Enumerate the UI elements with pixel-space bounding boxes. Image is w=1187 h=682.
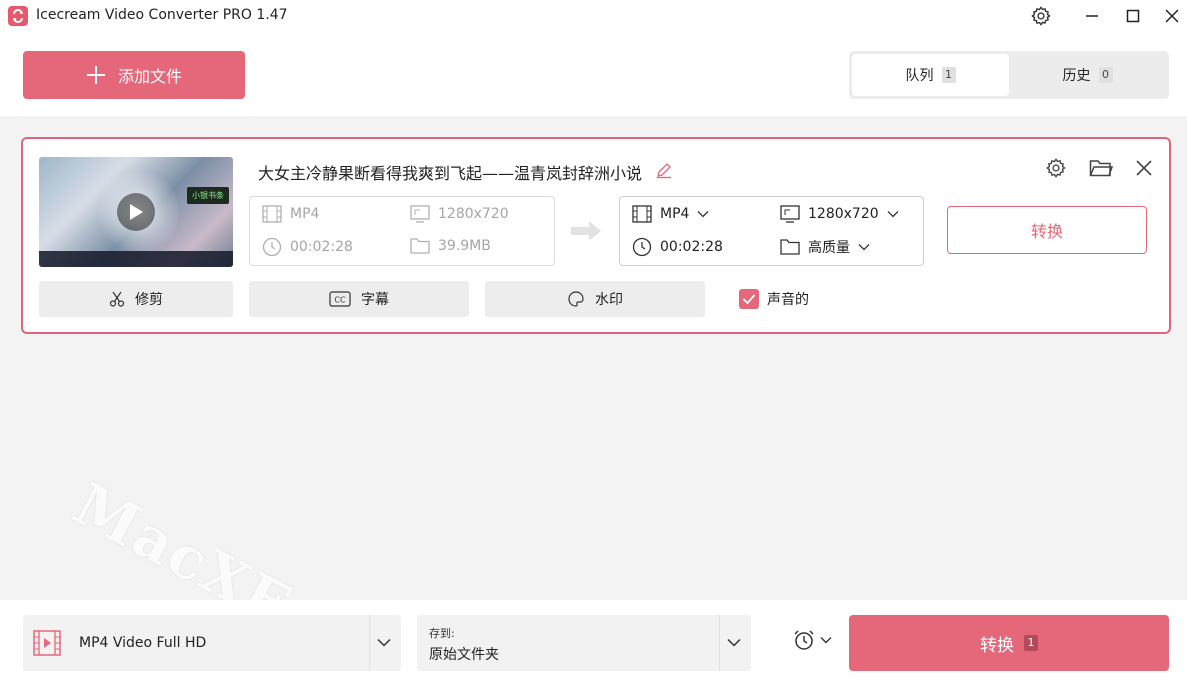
checkmark-icon bbox=[742, 294, 756, 305]
output-format-select[interactable]: MP4 bbox=[632, 205, 709, 223]
cc-subtitles-icon: CC bbox=[329, 291, 351, 307]
chevron-down-icon bbox=[697, 211, 709, 218]
save-location-divider bbox=[719, 615, 720, 671]
watermark-label: 水印 bbox=[595, 292, 623, 308]
thumbnail-tag: 小银书条 bbox=[187, 187, 229, 204]
svg-text:CC: CC bbox=[334, 296, 346, 305]
convert-all-button[interactable]: 转换 1 bbox=[849, 615, 1169, 671]
watermark-button[interactable]: 水印 bbox=[485, 281, 705, 317]
folder-icon bbox=[780, 239, 800, 255]
film-icon bbox=[262, 205, 282, 223]
add-file-button[interactable]: 添加文件 bbox=[23, 51, 245, 99]
source-duration: 00:02:28 bbox=[262, 237, 353, 257]
output-quality-value: 高质量 bbox=[808, 240, 850, 256]
play-icon[interactable] bbox=[117, 193, 155, 231]
output-duration-value: 00:02:28 bbox=[660, 239, 723, 255]
close-window-icon[interactable] bbox=[1152, 0, 1187, 32]
rename-pencil-icon[interactable] bbox=[655, 161, 673, 183]
screen-resolution-icon bbox=[780, 205, 800, 223]
tab-queue[interactable]: 队列 1 bbox=[852, 54, 1009, 96]
schedule-alarm-button[interactable] bbox=[792, 628, 832, 652]
screen-resolution-icon bbox=[410, 205, 430, 223]
source-resolution: 1280x720 bbox=[410, 205, 509, 223]
film-icon bbox=[632, 205, 652, 223]
open-folder-icon[interactable] bbox=[1088, 155, 1114, 181]
save-location-label: 存到: bbox=[429, 627, 455, 640]
output-duration: 00:02:28 bbox=[632, 237, 723, 257]
queue-item-card: 小银书条 大女主冷静果断看得我爽到飞起——温青岚封辞洲小说 MP4 1280x7… bbox=[21, 137, 1171, 334]
subtitles-label: 字幕 bbox=[361, 292, 389, 308]
save-location-select[interactable]: 存到: 原始文件夹 bbox=[417, 615, 751, 671]
video-thumbnail[interactable]: 小银书条 bbox=[39, 157, 233, 267]
tab-switcher: 队列 1 历史 0 bbox=[849, 51, 1169, 99]
footer-bar: MP4 Video Full HD 存到: 原始文件夹 转换 1 bbox=[0, 600, 1187, 682]
tab-queue-count: 1 bbox=[941, 67, 956, 83]
source-size: 39.9MB bbox=[410, 237, 491, 255]
clock-icon bbox=[632, 237, 652, 257]
maximize-icon[interactable] bbox=[1113, 0, 1153, 32]
video-preset-icon bbox=[33, 630, 61, 656]
source-size-value: 39.9MB bbox=[438, 238, 491, 254]
alarm-clock-icon bbox=[794, 630, 814, 650]
preset-select[interactable]: MP4 Video Full HD bbox=[23, 615, 401, 671]
subtitles-button[interactable]: CC 字幕 bbox=[249, 281, 469, 317]
preset-chevron-down-icon[interactable] bbox=[377, 638, 391, 647]
output-resolution-select[interactable]: 1280x720 bbox=[780, 205, 899, 223]
minimize-icon[interactable] bbox=[1072, 0, 1112, 32]
convert-all-count: 1 bbox=[1024, 635, 1038, 651]
save-location-chevron-down-icon[interactable] bbox=[727, 638, 741, 647]
output-settings-box: MP4 1280x720 00:02:28 高质量 bbox=[619, 196, 924, 266]
window-title: Icecream Video Converter PRO 1.47 bbox=[36, 7, 288, 23]
tab-history[interactable]: 历史 0 bbox=[1009, 54, 1166, 96]
conversion-arrow-icon bbox=[569, 219, 603, 247]
clock-icon bbox=[262, 237, 282, 257]
watermark-drop-icon bbox=[568, 291, 584, 307]
source-format-value: MP4 bbox=[290, 206, 320, 222]
app-logo-icon bbox=[8, 6, 28, 26]
chevron-down-icon bbox=[820, 637, 832, 644]
item-settings-gear-icon[interactable] bbox=[1043, 155, 1069, 181]
chevron-down-icon bbox=[887, 211, 899, 218]
header: 添加文件 队列 1 历史 0 bbox=[0, 32, 1187, 116]
sound-label: 声音的 bbox=[767, 292, 809, 308]
source-resolution-value: 1280x720 bbox=[438, 206, 509, 222]
trim-label: 修剪 bbox=[135, 292, 163, 308]
scissors-icon bbox=[109, 291, 125, 307]
sound-checkbox[interactable] bbox=[739, 289, 759, 309]
trim-button[interactable]: 修剪 bbox=[39, 281, 233, 317]
plus-icon bbox=[86, 66, 105, 84]
file-title: 大女主冷静果断看得我爽到飞起——温青岚封辞洲小说 bbox=[258, 164, 643, 183]
source-duration-value: 00:02:28 bbox=[290, 239, 353, 255]
convert-all-label: 转换 bbox=[980, 635, 1014, 656]
preset-divider bbox=[369, 615, 370, 671]
folder-icon bbox=[410, 238, 430, 254]
add-file-label: 添加文件 bbox=[117, 67, 182, 86]
output-format-value: MP4 bbox=[660, 206, 690, 222]
tab-history-count: 0 bbox=[1098, 67, 1113, 83]
tab-queue-label: 队列 bbox=[905, 68, 934, 84]
title-bar: Icecream Video Converter PRO 1.47 bbox=[0, 0, 1187, 32]
source-format: MP4 bbox=[262, 205, 319, 223]
thumbnail-caption-strip bbox=[39, 251, 233, 267]
output-quality-select[interactable]: 高质量 bbox=[780, 237, 870, 257]
source-info-box: MP4 1280x720 00:02:28 39.9MB bbox=[249, 196, 555, 266]
settings-gear-icon[interactable] bbox=[1021, 0, 1061, 32]
tab-history-label: 历史 bbox=[1062, 68, 1091, 84]
preset-name: MP4 Video Full HD bbox=[79, 635, 207, 651]
sound-toggle[interactable]: 声音的 bbox=[739, 289, 809, 309]
chevron-down-icon bbox=[858, 244, 870, 251]
remove-item-close-icon[interactable] bbox=[1131, 155, 1157, 181]
save-location-value: 原始文件夹 bbox=[429, 647, 499, 663]
output-resolution-value: 1280x720 bbox=[808, 206, 879, 222]
item-convert-button[interactable]: 转换 bbox=[947, 206, 1147, 254]
